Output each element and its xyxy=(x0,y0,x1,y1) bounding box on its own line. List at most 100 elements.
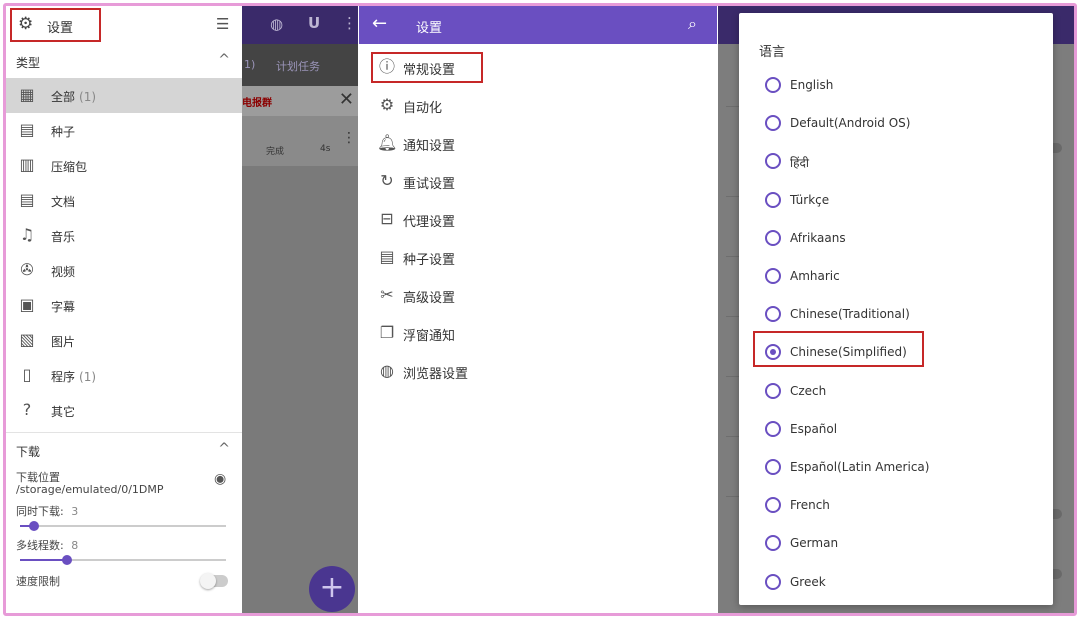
radio-unselected-icon[interactable] xyxy=(765,306,781,323)
magnet-icon: U xyxy=(308,14,321,32)
chevron-up-icon: ^ xyxy=(218,52,230,68)
language-option[interactable]: Greek xyxy=(739,563,1053,601)
language-option[interactable]: Türkçe xyxy=(739,181,1053,219)
category-count: (1) xyxy=(79,370,97,384)
phone-app-icon: ▯ xyxy=(22,365,32,384)
setting-torrent[interactable]: ▤ 种子设置 xyxy=(359,238,717,276)
radio-unselected-icon[interactable] xyxy=(765,77,781,93)
radio-unselected-icon[interactable] xyxy=(765,382,781,399)
storage-settings-icon[interactable]: ☰ xyxy=(216,15,229,33)
category-label: 视频 xyxy=(51,265,76,279)
category-all[interactable]: ▦ 全部 (1) xyxy=(6,78,242,113)
types-section-title: 类型 xyxy=(16,56,41,70)
category-music[interactable]: ♫ 音乐 xyxy=(6,218,242,253)
setting-label: 浏览器设置 xyxy=(403,367,469,382)
chevron-up-icon: ^ xyxy=(218,441,230,457)
speed-limit-toggle[interactable] xyxy=(200,573,228,589)
language-option-label: Czech xyxy=(790,383,827,398)
radio-unselected-icon[interactable] xyxy=(765,229,781,246)
setting-proxy[interactable]: ⊟ 代理设置 xyxy=(359,200,717,238)
language-panel: 语言 English Default(Android OS) हिंदी Türkçe… xyxy=(718,6,1074,613)
download-location-row[interactable]: 下载位置 /storage/emulated/0/1DMP ◉ xyxy=(6,469,242,503)
grid-icon: ▦ xyxy=(19,85,35,104)
concurrent-downloads-slider[interactable] xyxy=(20,521,226,531)
radio-unselected-icon[interactable] xyxy=(765,573,781,590)
setting-label: 种子设置 xyxy=(403,253,456,268)
setting-automation[interactable]: ⚙ 自动化 xyxy=(359,86,717,124)
setting-label: 通知设置 xyxy=(403,139,456,154)
language-option[interactable]: Chinese(Traditional) xyxy=(739,295,1053,333)
category-archive[interactable]: ▥ 压缩包 xyxy=(6,148,242,183)
radio-unselected-icon[interactable] xyxy=(765,153,781,170)
threads-value: 8 xyxy=(71,539,79,552)
drawer-panel: ◍ U ⋮ 1) 计划任务 电报群 ✕ 完成 4s ⋮ + ⚙ 设置 ☰ 类型 … xyxy=(6,6,358,613)
slider-knob[interactable] xyxy=(29,521,40,531)
language-option-label: Español(Latin America) xyxy=(790,460,930,474)
gear-icon: ⚙ xyxy=(18,14,34,34)
proxy-icon: ⊟ xyxy=(380,209,394,228)
category-torrent[interactable]: ▤ 种子 xyxy=(6,113,242,148)
setting-browser[interactable]: ◍ 浏览器设置 xyxy=(359,352,717,390)
background-app-bar: ◍ U ⋮ xyxy=(242,6,358,44)
concurrent-downloads-value: 3 xyxy=(71,505,79,518)
music-note-icon: ♫ xyxy=(19,225,35,244)
background-tab-scheduled: 计划任务 xyxy=(276,60,320,73)
globe-icon: ◍ xyxy=(380,361,394,380)
document-icon: ▤ xyxy=(19,190,35,209)
radio-unselected-icon[interactable] xyxy=(765,420,781,437)
radio-unselected-icon[interactable] xyxy=(765,191,781,208)
category-label: 其它 xyxy=(51,405,76,419)
language-option[interactable]: Czech xyxy=(739,372,1053,410)
category-subtitle[interactable]: ▣ 字幕 xyxy=(6,288,242,323)
language-option-label: Chinese(Traditional) xyxy=(790,307,910,322)
torrent-file-icon: ▤ xyxy=(379,247,395,266)
setting-general[interactable]: ⓘ 常规设置 xyxy=(359,48,717,86)
language-option[interactable]: Español(Latin America) xyxy=(739,448,1053,486)
download-section-header[interactable]: 下载 ^ xyxy=(6,433,242,469)
setting-label: 高级设置 xyxy=(403,291,456,306)
language-option[interactable]: Afrikaans xyxy=(739,219,1053,257)
question-file-icon: ? xyxy=(22,400,32,419)
speed-limit-label: 速度限制 xyxy=(16,575,60,588)
category-image[interactable]: ▧ 图片 xyxy=(6,323,242,358)
language-option[interactable]: हिंदी xyxy=(739,142,1053,180)
category-other[interactable]: ? 其它 xyxy=(6,393,242,428)
language-option-label: हिंदी xyxy=(790,156,809,171)
language-option-label: French xyxy=(790,498,830,513)
radio-unselected-icon[interactable] xyxy=(765,115,781,132)
threads-row: 多线程数: 8 xyxy=(6,537,242,571)
setting-notification[interactable]: 🔔︎ 通知设置 xyxy=(359,124,717,162)
setting-label: 自动化 xyxy=(403,101,443,116)
language-option[interactable]: English xyxy=(739,66,1053,104)
language-option[interactable]: French xyxy=(739,486,1053,524)
category-program[interactable]: ▯ 程序 (1) xyxy=(6,358,242,393)
search-icon[interactable]: ⌕ xyxy=(688,14,697,34)
radio-unselected-icon[interactable] xyxy=(765,535,781,552)
torrent-file-icon: ▤ xyxy=(19,120,35,139)
back-arrow-icon[interactable]: ← xyxy=(372,13,387,34)
radio-unselected-icon[interactable] xyxy=(765,268,781,284)
setting-advanced[interactable]: ✂ 高级设置 xyxy=(359,276,717,314)
language-option[interactable]: Amharic xyxy=(739,257,1053,295)
eye-icon[interactable]: ◉ xyxy=(214,471,226,487)
drawer-settings-button[interactable]: 设置 xyxy=(47,17,73,36)
language-option[interactable]: Español xyxy=(739,410,1053,448)
setting-floating-notification[interactable]: ❐ 浮窗通知 xyxy=(359,314,717,352)
category-document[interactable]: ▤ 文档 xyxy=(6,183,242,218)
settings-app-bar: ← 设置 ⌕ xyxy=(359,6,717,44)
types-section-header[interactable]: 类型 ^ xyxy=(6,44,242,78)
threads-slider[interactable] xyxy=(20,555,226,565)
language-dialog-title: 语言 xyxy=(759,45,786,60)
background-alert-bar: 电报群 ✕ xyxy=(242,86,358,116)
setting-retry[interactable]: ↻ 重试设置 xyxy=(359,162,717,200)
category-video[interactable]: ✇ 视频 xyxy=(6,253,242,288)
background-tab-fragment: 1) xyxy=(244,58,256,71)
language-option[interactable]: Default(Android OS) xyxy=(739,104,1053,142)
radio-unselected-icon[interactable] xyxy=(765,459,781,475)
slider-knob[interactable] xyxy=(62,555,73,565)
globe-icon: ◍ xyxy=(270,15,284,33)
category-label: 程序 xyxy=(51,370,76,384)
threads-label: 多线程数: xyxy=(16,539,64,552)
radio-unselected-icon[interactable] xyxy=(765,497,781,514)
language-option[interactable]: German xyxy=(739,524,1053,562)
